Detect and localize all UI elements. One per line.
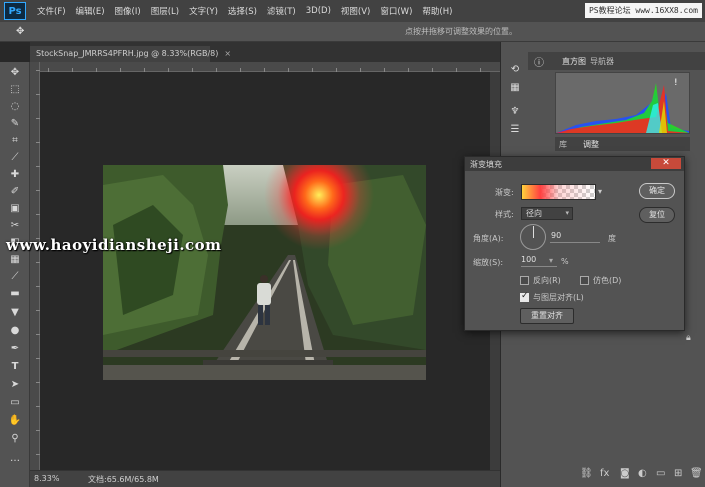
dither-checkbox[interactable] [580, 276, 589, 285]
new-layer-icon[interactable]: ⊞ [674, 468, 682, 479]
blur-icon[interactable]: ⟋ [7, 270, 23, 283]
shape-icon[interactable]: ▭ [7, 396, 23, 409]
menu-filter[interactable]: 滤镜(T) [262, 5, 301, 17]
site-watermark-badge: PS教程论坛 www.16XX8.com [584, 3, 702, 18]
tab-navigator[interactable]: 导航器 [590, 56, 614, 67]
style-label: 样式: [495, 210, 514, 219]
pen-tool-icon[interactable]: ✒ [7, 342, 23, 355]
trash-icon[interactable]: 🗑︎ [690, 468, 703, 479]
close-tab-icon[interactable]: × [224, 49, 231, 58]
info-icon[interactable]: ⓘ [534, 54, 544, 69]
chevron-down-icon[interactable]: ▾ [598, 187, 602, 196]
histogram-warning-icon: ! [674, 78, 678, 88]
menu-type[interactable]: 文字(Y) [184, 5, 223, 17]
group-icon[interactable]: ▭ [656, 468, 665, 479]
style-select-value: 径向 [526, 209, 542, 218]
dialog-title: 渐变填充 [470, 160, 502, 169]
document-tab[interactable]: StockSnap_JMRRS4PFRH.jpg @ 8.33%(RGB/8) × [30, 46, 231, 62]
tab-histogram[interactable]: 直方图 [562, 56, 586, 67]
document-tab-title: StockSnap_JMRRS4PFRH.jpg @ 8.33%(RGB/8) [36, 49, 219, 58]
more-tools-icon[interactable]: … [7, 452, 23, 465]
menu-layer[interactable]: 图层(L) [146, 5, 184, 17]
dodge-icon[interactable]: ▬ [7, 287, 23, 300]
path-select-icon[interactable]: ➤ [7, 378, 23, 391]
options-bar: ✥ 点按并拖移可调整效果的位置。 [0, 22, 705, 42]
adjustment-layer-icon[interactable]: ◐ [638, 468, 647, 479]
dither-label: 仿色(D) [593, 276, 622, 285]
menu-window[interactable]: 窗口(W) [375, 5, 417, 17]
menu-file[interactable]: 文件(F) [32, 5, 71, 17]
histogram-chart: ! [555, 72, 690, 134]
mask-icon[interactable]: ◙ [620, 468, 630, 479]
brush-icon[interactable]: ✐ [7, 185, 23, 198]
dialog-titlebar[interactable]: 渐变填充 ✕ [465, 157, 684, 171]
crop-icon[interactable]: ⌗ [7, 134, 23, 147]
menu-edit[interactable]: 编辑(E) [71, 5, 110, 17]
style-select[interactable]: 径向 ▾ [521, 207, 573, 220]
forest-railway-photo [103, 165, 426, 380]
healing-icon[interactable]: ✚ [7, 168, 23, 181]
quick-select-icon[interactable]: ✎ [7, 117, 23, 130]
site-watermark: www.haoyidiansheji.com [6, 236, 222, 254]
lasso-icon[interactable]: ◌ [7, 100, 23, 113]
menu-view[interactable]: 视图(V) [336, 5, 375, 17]
document-image[interactable] [103, 165, 426, 380]
tab-adjustments[interactable]: 调整 [583, 139, 599, 150]
adjustments-panel-header: 库 调整 [555, 137, 690, 151]
ok-button[interactable]: 确定 [639, 183, 675, 199]
app-logo: Ps [4, 2, 26, 20]
stamp-icon[interactable]: ▣ [7, 202, 23, 215]
chevron-down-icon: ▾ [565, 209, 569, 217]
cancel-button[interactable]: 复位 [639, 207, 675, 223]
close-icon[interactable]: ✕ [651, 158, 681, 169]
history-brush-icon[interactable]: ✂ [7, 219, 23, 232]
move-icon[interactable]: ✥ [7, 66, 23, 79]
reverse-checkbox[interactable] [520, 276, 529, 285]
status-bar: 8.33% 文档:65.6M/65.8M [30, 470, 500, 487]
3d-icon[interactable]: ⟲ [508, 64, 522, 76]
tools-panel: ✥ ⬚ ◌ ✎ ⌗ ⟋ ✚ ✐ ▣ ✂ ◧ ▦ ⟋ ▬ ▼ ● ✒ T ➤ ▭ … [0, 62, 30, 487]
menu-image[interactable]: 图像(I) [110, 5, 146, 17]
ruler-tick [36, 70, 40, 71]
marquee-icon[interactable]: ⬚ [7, 83, 23, 96]
fx-icon[interactable]: fx [600, 468, 609, 479]
lock-icon[interactable]: 🔒︎ [686, 333, 691, 343]
document-size[interactable]: 文档:65.6M/65.8M [88, 474, 159, 485]
link-layers-icon[interactable]: ⛓ [580, 468, 593, 479]
scale-label: 缩放(S): [473, 258, 504, 267]
chevron-down-icon[interactable]: ▾ [549, 256, 553, 265]
vertical-ruler [30, 62, 40, 470]
eyedropper-icon[interactable]: ⟋ [7, 151, 23, 164]
grid-icon[interactable]: ▦ [508, 82, 522, 94]
move-icon[interactable]: ✥ [16, 26, 24, 37]
gradient-icon[interactable]: ▦ [7, 253, 23, 266]
reverse-label: 反向(R) [533, 276, 561, 285]
checkmark-icon: ✓ [521, 291, 529, 301]
horizontal-ruler [40, 62, 500, 72]
brush-preset-icon[interactable]: ♆ [508, 106, 522, 118]
type-icon[interactable]: T [7, 360, 23, 373]
scale-unit: % [561, 257, 569, 266]
options-hint-text: 点按并拖移可调整效果的位置。 [405, 27, 517, 36]
align-with-layer-checkbox[interactable]: ✓ [520, 291, 529, 302]
dodge-icon-2[interactable]: ● [7, 324, 23, 337]
menu-help[interactable]: 帮助(H) [417, 5, 457, 17]
properties-icon[interactable]: ☰ [508, 124, 522, 136]
menu-3d[interactable]: 3D(D) [301, 6, 336, 16]
photoshop-window: Ps 文件(F) 编辑(E) 图像(I) 图层(L) 文字(Y) 选择(S) 滤… [0, 0, 705, 487]
zoom-level[interactable]: 8.33% [34, 474, 59, 483]
gradient-label: 渐变: [495, 188, 514, 197]
layers-panel-footer: ⛓ fx ◙ ◐ ▭ ⊞ 🗑︎ [580, 468, 705, 482]
histogram-panel-header: ⓘ 直方图 导航器 [528, 52, 705, 70]
menu-select[interactable]: 选择(S) [223, 5, 262, 17]
gradient-swatch[interactable] [521, 184, 596, 200]
tab-library[interactable]: 库 [559, 139, 567, 150]
reset-alignment-button[interactable]: 重置对齐 [520, 308, 574, 324]
zoom-icon[interactable]: ⚲ [7, 432, 23, 445]
align-with-layer-label: 与图层对齐(L) [533, 293, 584, 302]
pen-icon[interactable]: ▼ [7, 306, 23, 319]
hand-icon[interactable]: ✋ [7, 414, 23, 427]
